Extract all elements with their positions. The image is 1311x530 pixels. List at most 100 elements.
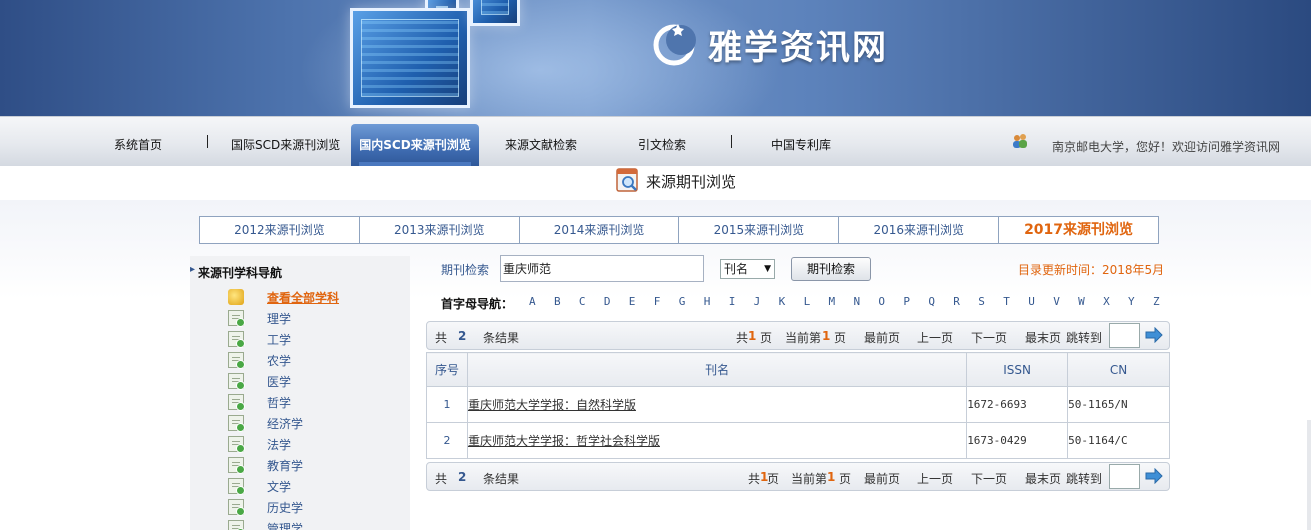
sidebar-item-agriculture[interactable]: 农学 [228, 351, 291, 369]
pager-prev-link[interactable]: 上一页 [917, 329, 953, 346]
sidebar-item-label: 文学 [267, 479, 292, 494]
sidebar-item-economics[interactable]: 经济学 [228, 414, 303, 432]
pager-last-link[interactable]: 最末页 [1025, 329, 1061, 346]
tab-year-2012[interactable]: 2012来源刊浏览 [200, 217, 360, 243]
letter-link[interactable]: U [1028, 295, 1035, 308]
nav-home[interactable]: 系统首页 [114, 136, 162, 153]
search-field-select[interactable]: 刊名 [720, 259, 775, 279]
nav-domestic-scd-label: 国内SCD来源刊浏览 [359, 138, 471, 152]
sidebar-item-medicine[interactable]: 医学 [228, 372, 291, 390]
pager-pages-count: 1 [748, 329, 757, 343]
sidebar-item-history[interactable]: 历史学 [228, 498, 303, 516]
letter-link[interactable]: J [754, 295, 761, 308]
nav-patent-db[interactable]: 中国专利库 [771, 136, 831, 153]
page-title: 来源期刊浏览 [646, 173, 737, 191]
sidebar-item-label: 理学 [267, 311, 292, 326]
go-arrow-icon[interactable] [1145, 327, 1163, 343]
letter-link[interactable]: X [1103, 295, 1110, 308]
tab-year-2017[interactable]: 2017来源刊浏览 [999, 217, 1158, 243]
letter-link[interactable]: G [679, 295, 686, 308]
sidebar-item-label: 工学 [267, 332, 292, 347]
pager-jump-input[interactable] [1109, 323, 1140, 348]
column-header-title: 刊名 [466, 352, 968, 387]
sidebar-item-engineering[interactable]: 工学 [228, 330, 291, 348]
letter-link[interactable]: O [878, 295, 885, 308]
banner-cube-decoration [470, 0, 520, 26]
letter-link[interactable]: M [829, 295, 836, 308]
journal-search-input[interactable] [500, 255, 704, 282]
letter-link[interactable]: Q [928, 295, 935, 308]
letter-link[interactable]: T [1003, 295, 1010, 308]
letter-link[interactable]: W [1078, 295, 1085, 308]
letter-link[interactable]: L [804, 295, 811, 308]
pager-pages-prefix: 共 [748, 472, 761, 486]
letter-link[interactable]: P [903, 295, 910, 308]
tab-year-2015[interactable]: 2015来源刊浏览 [679, 217, 840, 243]
sidebar-item-law[interactable]: 法学 [228, 435, 291, 453]
main-nav: 系统首页 国际SCD来源刊浏览 国内SCD来源刊浏览 来源文献检索 引文检索 中… [0, 116, 1311, 168]
pager-first-link[interactable]: 最前页 [864, 329, 900, 346]
letter-link[interactable]: H [704, 295, 711, 308]
pager-first-link[interactable]: 最前页 [864, 470, 900, 487]
row-cn: 50-1165/N [1067, 386, 1170, 423]
nav-intl-scd[interactable]: 国际SCD来源刊浏览 [231, 136, 340, 153]
pager-next-link[interactable]: 下一页 [971, 329, 1007, 346]
journal-title-link[interactable]: 重庆师范大学学报：哲学社会科学版 [468, 434, 660, 448]
pager-last-link[interactable]: 最末页 [1025, 470, 1061, 487]
nav-citation-search[interactable]: 引文检索 [638, 136, 686, 153]
go-arrow-icon[interactable] [1145, 468, 1163, 484]
letter-link[interactable]: D [604, 295, 611, 308]
pager-current-prefix: 当前第 [791, 472, 828, 486]
sidebar-item-literature[interactable]: 文学 [228, 477, 291, 495]
letter-link[interactable]: V [1053, 295, 1060, 308]
site-name: 雅学资讯网 [708, 28, 888, 68]
row-cn: 50-1164/C [1067, 422, 1170, 459]
tab-year-2016[interactable]: 2016来源刊浏览 [839, 217, 1000, 243]
pager-total-count: 2 [458, 470, 467, 484]
column-header-issn: ISSN [966, 352, 1069, 387]
pager-current-suffix: 页 [834, 331, 847, 345]
tab-year-2013[interactable]: 2013来源刊浏览 [360, 217, 520, 243]
letter-link[interactable]: N [854, 295, 861, 308]
tab-year-2014[interactable]: 2014来源刊浏览 [520, 217, 680, 243]
nav-source-search[interactable]: 来源文献检索 [505, 136, 577, 153]
sidebar-item-philosophy[interactable]: 哲学 [228, 393, 291, 411]
catalog-update-time: 目录更新时间：2018年5月 [1018, 263, 1165, 277]
year-tabs: 2012来源刊浏览 2013来源刊浏览 2014来源刊浏览 2015来源刊浏览 … [199, 216, 1159, 244]
column-header-cn: CN [1067, 352, 1170, 387]
row-index: 2 [426, 422, 468, 459]
sidebar-item-science[interactable]: 理学 [228, 309, 291, 327]
pager-total-suffix: 条结果 [483, 331, 520, 345]
nav-domestic-scd[interactable]: 国内SCD来源刊浏览 [351, 124, 479, 168]
journal-search-button[interactable]: 期刊检索 [791, 257, 871, 281]
sidebar-item-label: 医学 [267, 374, 292, 389]
pager-total-count: 2 [458, 329, 467, 343]
sidebar-item-all[interactable]: 查看全部学科 [228, 288, 339, 306]
journal-title-link[interactable]: 重庆师范大学学报：自然科学版 [468, 398, 636, 412]
welcome-text: 南京邮电大学，您好！欢迎访问雅学资讯网 [1052, 140, 1281, 154]
sidebar-item-management[interactable]: 管理学 [228, 519, 303, 530]
sidebar-item-label: 管理学 [267, 521, 304, 530]
sidebar-item-education[interactable]: 教育学 [228, 456, 303, 474]
subject-sidebar: 来源刊学科导航 查看全部学科 理学 工学 农学 医学 哲学 经济学 法学 教育学… [190, 256, 410, 530]
letter-link[interactable]: Z [1153, 295, 1160, 308]
letter-link[interactable]: C [579, 295, 586, 308]
letter-link[interactable]: Y [1128, 295, 1135, 308]
pager-jump-input[interactable] [1109, 464, 1140, 489]
letter-link[interactable]: R [953, 295, 960, 308]
letter-link[interactable]: F [654, 295, 661, 308]
journal-results-table: 序号 刊名 ISSN CN 1 重庆师范大学学报：自然科学版 1672-6693… [426, 352, 1170, 459]
letter-link[interactable]: A [529, 295, 536, 308]
pager-prev-link[interactable]: 上一页 [917, 470, 953, 487]
letter-link[interactable]: I [729, 295, 736, 308]
row-issn: 1673-0429 [966, 422, 1069, 459]
sidebar-item-label: 农学 [267, 353, 292, 368]
letter-link[interactable]: S [978, 295, 985, 308]
document-add-icon [228, 436, 245, 453]
sidebar-item-label: 查看全部学科 [267, 290, 340, 305]
letter-link[interactable]: E [629, 295, 636, 308]
letter-link[interactable]: K [779, 295, 786, 308]
pager-next-link[interactable]: 下一页 [971, 470, 1007, 487]
row-issn: 1672-6693 [966, 386, 1069, 423]
letter-link[interactable]: B [554, 295, 561, 308]
